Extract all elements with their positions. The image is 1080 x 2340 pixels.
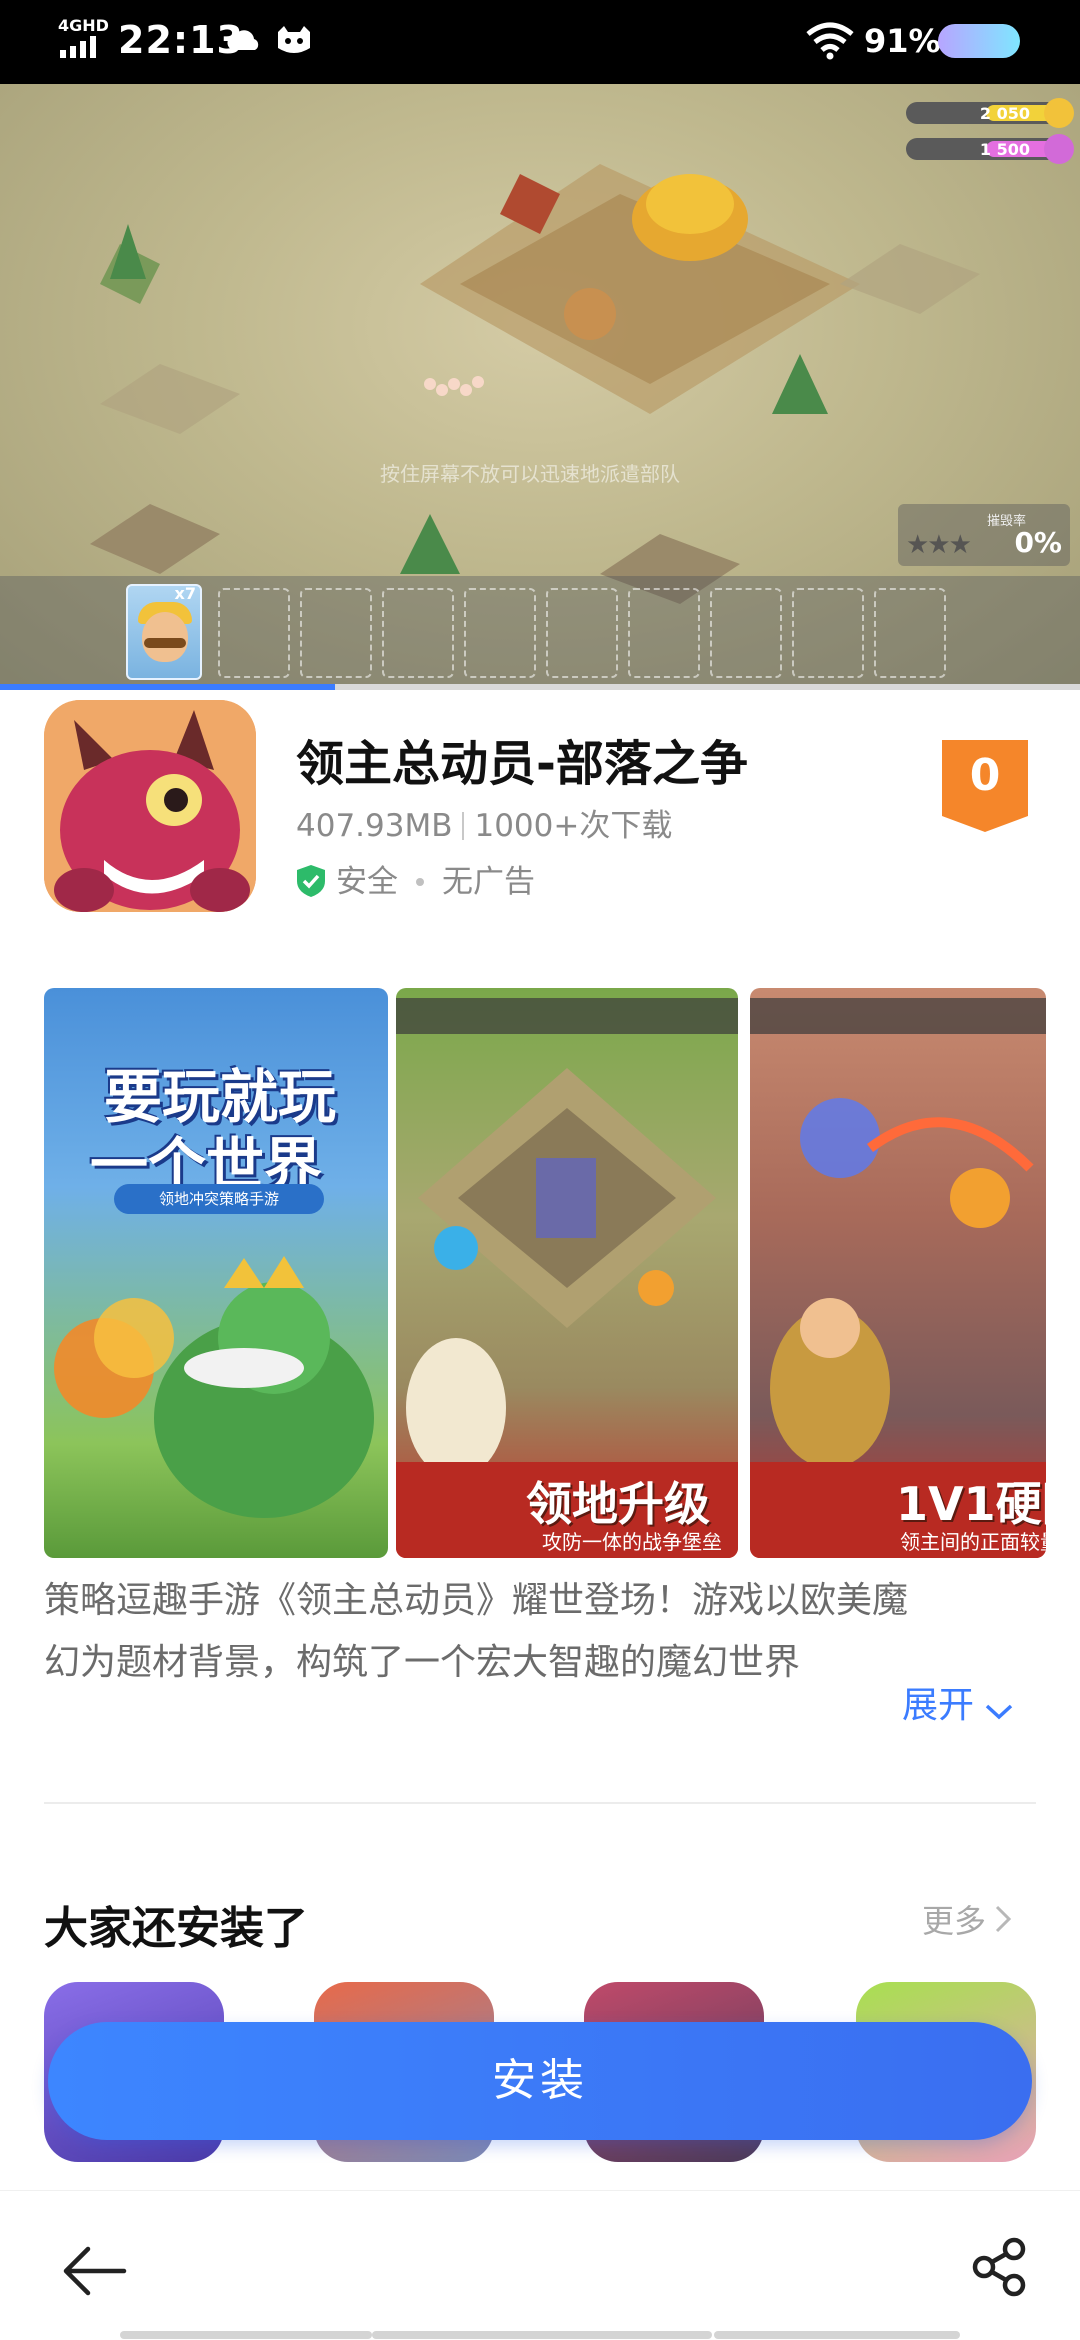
description-line-2: 幻为题材背景，构筑了一个宏大智趣的魔幻世界 <box>44 1642 801 1683</box>
screenshot-2[interactable]: 领地升级 攻防一体的战争堡垒 <box>396 988 738 1558</box>
screenshot-1[interactable]: 要玩就玩 一个世界 领地冲突策略手游 <box>44 988 388 1558</box>
screenshot-caption-sub: 领主间的正面较量 <box>900 1530 1046 1554</box>
elixir-drop-icon <box>1044 134 1074 164</box>
empty-troop-slot <box>546 588 618 678</box>
share-icon[interactable] <box>970 2237 1030 2297</box>
video-hint-text: 按住屏幕不放可以迅速地派遣部队 <box>380 462 680 486</box>
app-title: 领主总动员-部落之争 <box>296 736 748 792</box>
empty-troop-slot <box>300 588 372 678</box>
bottom-bar <box>0 2190 1080 2340</box>
app-notification-icon <box>278 26 310 53</box>
battery-icon <box>938 24 1020 58</box>
install-button[interactable]: 安装 <box>48 2022 1032 2140</box>
rank-number: 0 <box>969 750 1001 801</box>
gold-coin-icon <box>1044 98 1074 128</box>
screenshot-caption-title: 1V1硬刚 <box>896 1477 1046 1531</box>
gold-resource-bar: 2 050 <box>906 102 1066 124</box>
screenshot-caption-title: 领地升级 <box>526 1477 710 1531</box>
download-count: 1000+次下载 <box>474 808 673 844</box>
section-divider <box>44 1802 1036 1804</box>
app-description: 策略逗趣手游《领主总动员》耀世登场！游戏以欧美魔 幻为题材背景，构筑了一个宏大智… <box>44 1570 1034 1694</box>
expand-description-button[interactable]: 展开 <box>898 1676 1015 1728</box>
empty-troop-slot <box>464 588 536 678</box>
chevron-right-icon <box>995 1905 1012 1933</box>
expand-label: 展开 <box>902 1685 975 1726</box>
more-label: 更多 <box>922 1902 987 1940</box>
empty-troop-slot <box>710 588 782 678</box>
barbarian-troop-card: x7 <box>126 584 202 680</box>
rank-badge[interactable]: 0 <box>942 740 1028 832</box>
screenshot-3[interactable]: 1V1硬刚 领主间的正面较量 <box>750 988 1046 1558</box>
monster-icon <box>44 700 256 912</box>
screenshot-tagline: 领地冲突策略手游 <box>114 1184 324 1214</box>
shield-check-icon <box>297 865 325 897</box>
screenshot-caption: 1V1硬刚 领主间的正面较量 <box>750 1462 1046 1558</box>
separator-dot <box>416 878 424 886</box>
signal-icon <box>60 36 96 58</box>
safety-row: 安全 无广告 <box>296 856 535 900</box>
empty-troop-slot <box>382 588 454 678</box>
destruction-value: 0% <box>1014 526 1062 559</box>
description-line-1: 策略逗趣手游《领主总动员》耀世登场！游戏以欧美魔 <box>44 1580 909 1621</box>
gesture-handle <box>372 2331 712 2339</box>
weather-cloud-icon <box>227 30 259 50</box>
troop-count: x7 <box>174 584 196 603</box>
gesture-handle <box>714 2331 960 2339</box>
app-icon <box>44 700 256 912</box>
empty-troop-slot <box>628 588 700 678</box>
no-ads-label: 无广告 <box>442 864 535 900</box>
troop-bar: x7 <box>0 576 1080 690</box>
status-bar: 4GHD 22:13 91% <box>0 0 1080 84</box>
wifi-icon <box>806 22 854 60</box>
gold-amount: 2 050 <box>979 104 1030 123</box>
also-installed-title: 大家还安装了 <box>44 1903 308 1954</box>
meta-divider <box>462 812 465 840</box>
app-size: 407.93MB <box>296 808 453 844</box>
battery-percent: 91% <box>864 22 941 60</box>
gesture-handle <box>120 2331 372 2339</box>
back-arrow-icon[interactable] <box>60 2241 130 2301</box>
elixir-amount: 1 500 <box>979 140 1030 159</box>
empty-troop-slot <box>218 588 290 678</box>
video-progress-fill <box>0 684 335 690</box>
chevron-down-icon <box>985 1704 1013 1720</box>
destruction-panel: 摧毁率 ★★★ 0% <box>898 504 1070 566</box>
gameplay-video[interactable]: 2 050 1 500 按住屏幕不放可以迅速地派遣部队 摧毁率 ★★★ 0% x… <box>0 84 1080 690</box>
app-meta: 407.93MB 1000+次下载 <box>296 800 672 845</box>
empty-troop-slot <box>874 588 946 678</box>
safe-label: 安全 <box>336 864 398 900</box>
more-link[interactable]: 更多 <box>922 1896 1012 1942</box>
network-type: 4GHD <box>58 16 109 35</box>
elixir-resource-bar: 1 500 <box>906 138 1066 160</box>
screenshot-caption: 领地升级 攻防一体的战争堡垒 <box>396 1462 738 1558</box>
empty-troop-slot <box>792 588 864 678</box>
star-icon: ★★★ <box>906 530 972 560</box>
screenshot-caption-sub: 攻防一体的战争堡垒 <box>542 1530 722 1554</box>
